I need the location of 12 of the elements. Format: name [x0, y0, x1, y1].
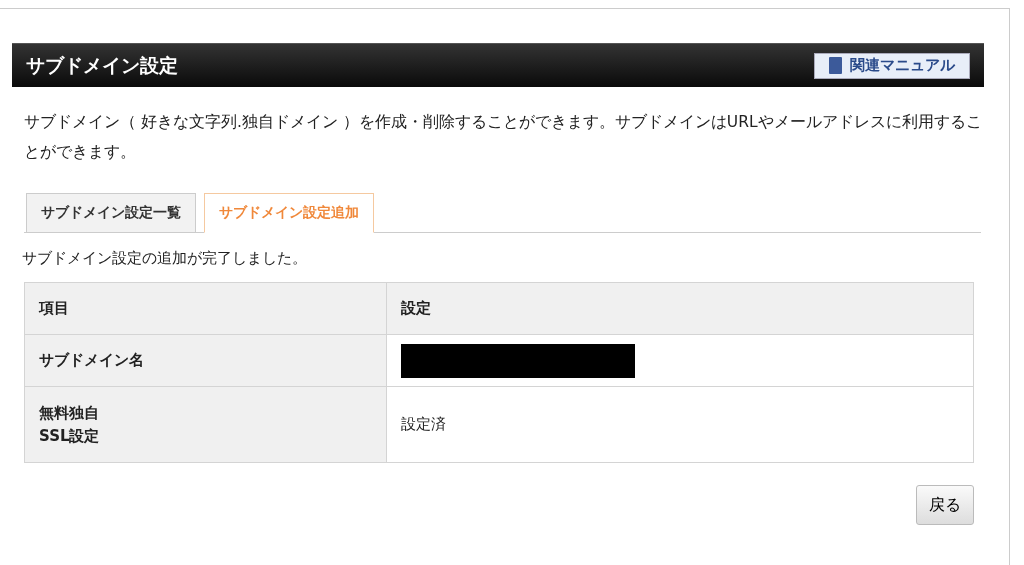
- page-title: サブドメイン設定: [26, 52, 178, 78]
- manual-button[interactable]: 関連マニュアル: [814, 52, 970, 79]
- back-button[interactable]: 戻る: [916, 485, 974, 525]
- table-cell: 設定済: [386, 386, 974, 463]
- description-text: サブドメイン（ 好きな文字列.独自ドメイン ）を作成・削除することができます。サブドメインはURLやメールアドレスに利用することができます。: [24, 112, 983, 163]
- column-header: 設定: [386, 282, 974, 335]
- book-icon: [829, 57, 842, 74]
- tab[interactable]: サブドメイン設定一覧: [26, 193, 196, 233]
- success-message: サブドメイン設定の追加が完了しました。: [22, 249, 308, 268]
- row-label: サブドメイン名: [24, 334, 387, 387]
- column-header: 項目: [24, 282, 387, 335]
- row-label: 無料独自 SSL設定: [24, 386, 387, 463]
